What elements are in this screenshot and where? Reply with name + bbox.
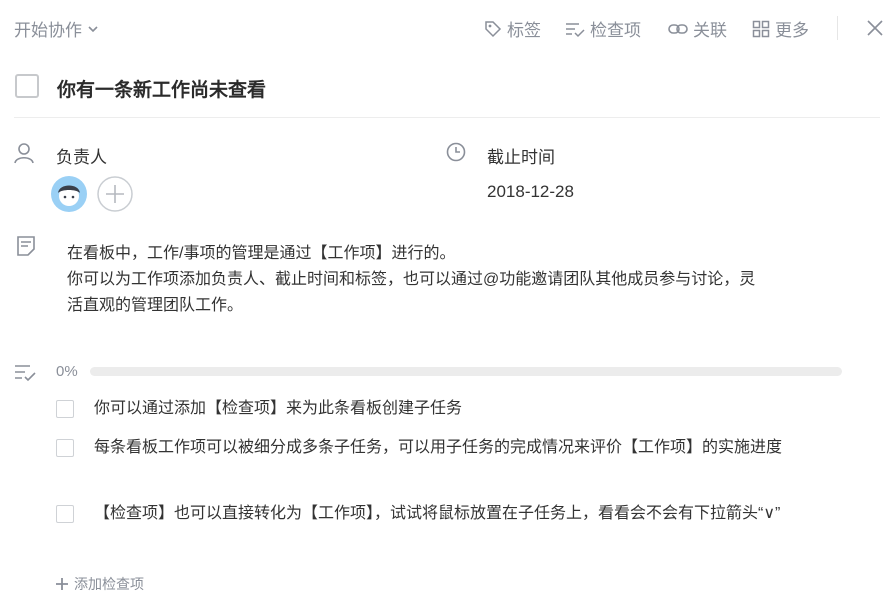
note-icon <box>16 235 36 262</box>
description[interactable]: 在看板中，工作/事项的管理是通过【工作项】进行的。 你可以为工作项添加负责人、截… <box>67 241 837 319</box>
add-checklist-item-label: 添加检查项 <box>74 576 144 592</box>
checklist-item[interactable]: 你可以通过添加【检查项】来为此条看板创建子任务 <box>56 396 836 422</box>
tag-label: 标签 <box>507 21 541 40</box>
checklist-section-icon <box>14 362 38 389</box>
link-label: 关联 <box>693 21 727 40</box>
checklist-button[interactable]: 检查项 <box>565 16 641 41</box>
close-icon[interactable] <box>866 19 884 42</box>
checklist-item-text: 【检查项】也可以直接转化为【工作项】，试试将鼠标放置在子任务上，看看会不会有下拉… <box>94 505 781 522</box>
assignee-label: 负责人 <box>56 148 107 167</box>
avatar[interactable] <box>51 176 87 217</box>
checklist-item-checkbox[interactable] <box>56 400 74 418</box>
checklist-item-checkbox[interactable] <box>56 439 74 457</box>
description-line: 你可以为工作项添加负责人、截止时间和标签，也可以通过@功能邀请团队其他成员参与讨… <box>67 271 756 288</box>
checklist-icon <box>565 20 585 38</box>
task-complete-checkbox[interactable] <box>15 74 39 98</box>
due-label: 截止时间 <box>487 148 555 167</box>
add-assignee-button[interactable] <box>97 176 133 217</box>
due-date-value[interactable]: 2018-12-28 <box>487 182 574 202</box>
checklist-item[interactable]: 每条看板工作项可以被细分成多条子任务，可以用子任务的完成情况来评价【工作项】的实… <box>56 435 816 461</box>
progress-bar <box>90 367 842 376</box>
title-divider <box>14 117 880 118</box>
progress-percent: 0% <box>56 363 78 380</box>
task-title[interactable]: 你有一条新工作尚未查看 <box>57 75 266 102</box>
tag-icon <box>484 20 502 38</box>
collab-dropdown[interactable]: 开始协作 <box>14 16 99 41</box>
tag-button[interactable]: 标签 <box>484 16 541 41</box>
description-line: 在看板中，工作/事项的管理是通过【工作项】进行的。 <box>67 245 456 262</box>
more-button[interactable]: 更多 <box>752 16 809 41</box>
person-icon <box>14 142 34 169</box>
grid-icon <box>752 20 770 38</box>
collab-label: 开始协作 <box>14 21 82 40</box>
clock-icon <box>446 142 466 167</box>
plus-icon <box>55 577 69 591</box>
chevron-down-icon <box>87 23 99 35</box>
checklist-item-checkbox[interactable] <box>56 505 74 523</box>
header-divider <box>837 16 838 40</box>
description-line: 活直观的管理团队工作。 <box>67 297 244 314</box>
checklist-item-text: 每条看板工作项可以被细分成多条子任务，可以用子任务的完成情况来评价【工作项】的实… <box>94 439 783 456</box>
link-icon <box>668 20 688 38</box>
more-label: 更多 <box>775 21 809 40</box>
checklist-label: 检查项 <box>590 21 641 40</box>
add-checklist-item-button[interactable]: 添加检查项 <box>55 574 144 594</box>
checklist-item[interactable]: 【检查项】也可以直接转化为【工作项】，试试将鼠标放置在子任务上，看看会不会有下拉… <box>56 501 816 527</box>
checklist-item-text: 你可以通过添加【检查项】来为此条看板创建子任务 <box>94 400 463 417</box>
link-button[interactable]: 关联 <box>668 16 727 41</box>
